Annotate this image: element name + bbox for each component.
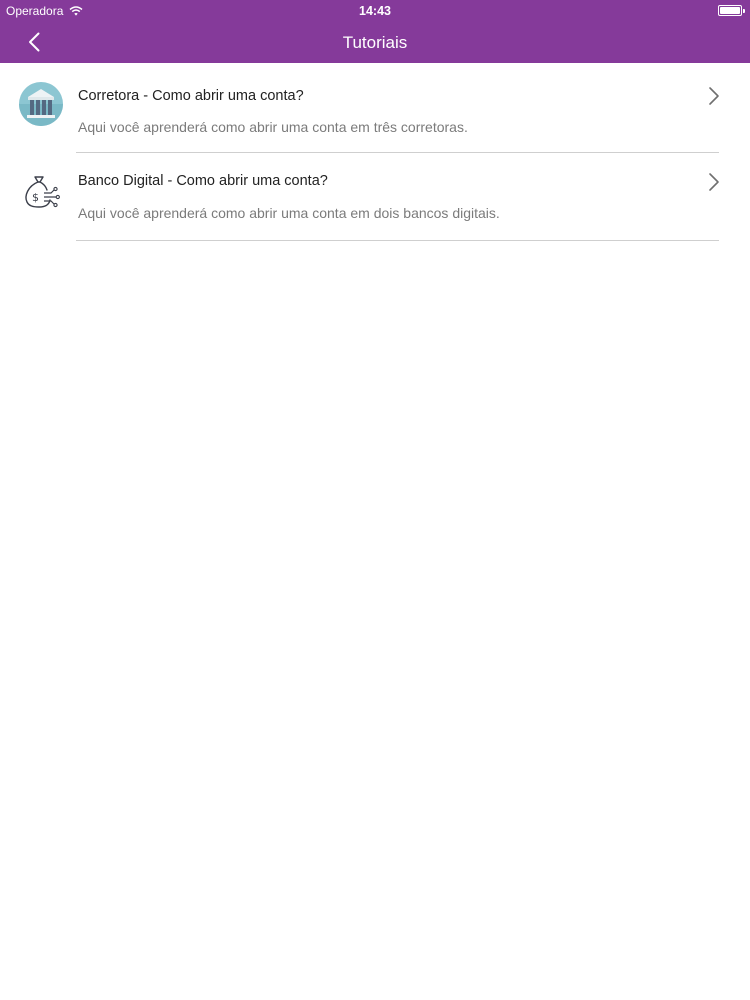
bank-icon	[19, 82, 63, 126]
status-bar: Operadora 14:43	[0, 0, 750, 22]
row-divider	[76, 240, 719, 241]
top-bar: Operadora 14:43 Tutoriais	[0, 0, 750, 63]
svg-text:$: $	[32, 191, 39, 204]
tutorial-title: Banco Digital - Como abrir uma conta?	[78, 173, 328, 189]
tutorial-description: Aqui você aprenderá como abrir uma conta…	[78, 205, 500, 221]
status-time: 14:43	[359, 4, 391, 18]
tutorial-list: Corretora - Como abrir uma conta? Aqui v…	[0, 63, 750, 241]
chevron-right-icon	[709, 173, 719, 191]
chevron-right-icon	[709, 87, 719, 105]
navigation-bar: Tutoriais	[0, 22, 750, 63]
tutorial-description: Aqui você aprenderá como abrir uma conta…	[78, 119, 468, 135]
tutorial-title: Corretora - Como abrir uma conta?	[78, 88, 304, 104]
tutorial-item-corretora[interactable]: Corretora - Como abrir uma conta? Aqui v…	[0, 63, 750, 153]
tutorial-item-banco-digital[interactable]: $ Banco Digital - Como abrir uma conta? …	[0, 153, 750, 241]
money-bag-icon: $	[25, 176, 60, 208]
page-title: Tutoriais	[342, 33, 408, 52]
battery-icon	[718, 5, 745, 16]
battery-level	[720, 7, 740, 14]
